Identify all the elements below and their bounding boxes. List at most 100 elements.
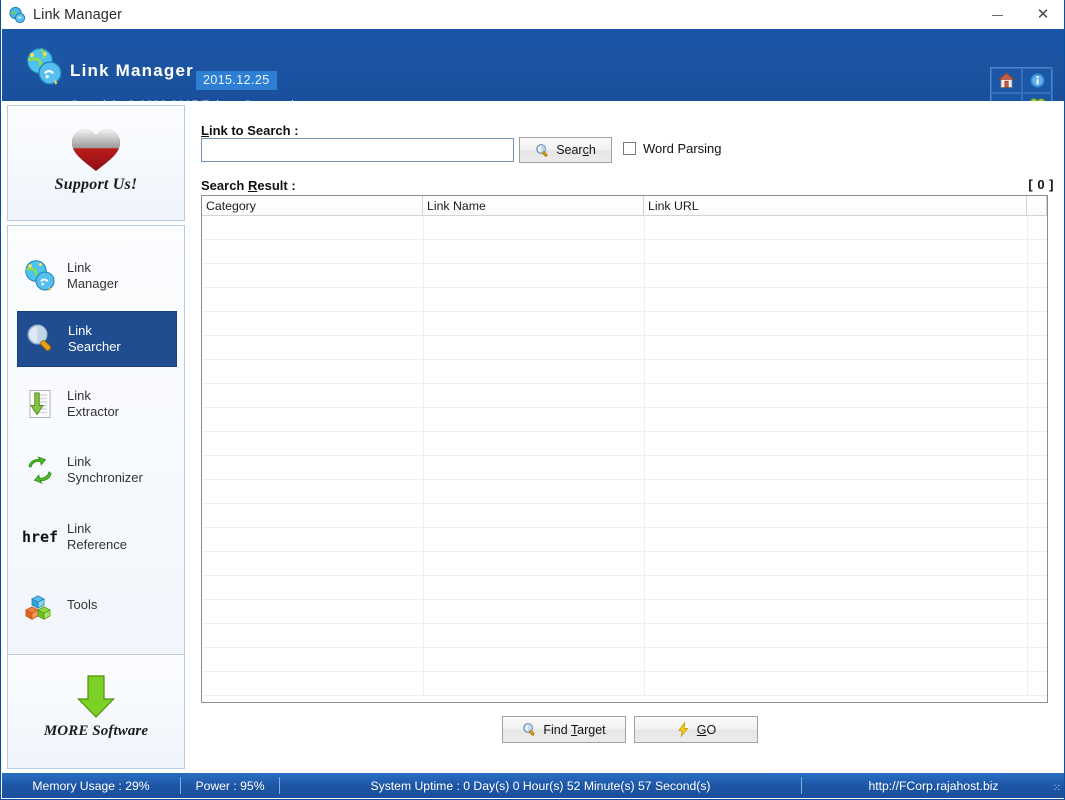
grid-column-divider (423, 624, 424, 647)
grid-column-divider (1027, 240, 1028, 263)
more-software-panel[interactable]: MORE Software (7, 654, 185, 769)
grid-column-divider (423, 240, 424, 263)
grid-row[interactable] (202, 576, 1047, 600)
link-to-search-label: Link to Search : (201, 123, 299, 138)
grid-row[interactable] (202, 312, 1047, 336)
grid-row[interactable] (202, 480, 1047, 504)
grid-column-divider (423, 312, 424, 335)
sidebar-item-link-searcher[interactable]: Link Searcher (17, 311, 177, 367)
info-icon-button[interactable] (1022, 68, 1053, 93)
grid-column-divider (644, 504, 645, 527)
grid-row[interactable] (202, 360, 1047, 384)
grid-row[interactable] (202, 528, 1047, 552)
resize-grip-icon[interactable]: ⁙ (1053, 783, 1061, 794)
grid-row[interactable] (202, 552, 1047, 576)
sidebar-item-label: Link Manager (67, 260, 119, 291)
minimize-icon (991, 15, 1003, 16)
lightning-icon (676, 722, 691, 737)
sidebar-item-link-manager[interactable]: Link Manager (17, 248, 177, 304)
sidebar-item-label: Tools (67, 597, 98, 612)
minimize-button[interactable] (974, 0, 1020, 29)
grid-column-divider (423, 504, 424, 527)
grid-column-divider (1027, 216, 1028, 239)
grid-column-divider (644, 240, 645, 263)
grid-column-divider (423, 288, 424, 311)
find-target-button[interactable]: Find Target (502, 716, 626, 743)
grid-column-header[interactable] (1027, 196, 1047, 216)
search-button[interactable]: Search (519, 137, 612, 163)
grid-column-header[interactable]: Category (202, 196, 423, 216)
search-button-label: Search (556, 143, 596, 157)
search-input[interactable] (201, 138, 514, 162)
grid-row[interactable] (202, 240, 1047, 264)
grid-row[interactable] (202, 336, 1047, 360)
search-result-label: Search Result : (201, 178, 296, 193)
support-us-panel[interactable]: Support Us! (7, 105, 185, 221)
grid-column-divider (423, 336, 424, 359)
grid-column-divider (1027, 456, 1028, 479)
grid-column-divider (1027, 336, 1028, 359)
grid-row[interactable] (202, 216, 1047, 240)
grid-row[interactable] (202, 648, 1047, 672)
grid-column-divider (1027, 504, 1028, 527)
sidebar-item-label: Link Synchronizer (67, 454, 143, 485)
sidebar-item-link-reference[interactable]: href Link Reference (17, 509, 177, 565)
grid-row[interactable] (202, 288, 1047, 312)
grid-row[interactable] (202, 408, 1047, 432)
app-icon (8, 6, 26, 24)
sync-arrows-icon (17, 452, 63, 488)
grid-column-divider (423, 552, 424, 575)
grid-column-divider (1027, 648, 1028, 671)
version-badge: 2015.12.25 (196, 71, 277, 90)
grid-column-divider (644, 408, 645, 431)
magnifier-icon (535, 143, 550, 158)
grid-row[interactable] (202, 504, 1047, 528)
sidebar-item-link-synchronizer[interactable]: Link Synchronizer (17, 442, 177, 498)
cubes-icon (17, 587, 63, 623)
grid-row[interactable] (202, 624, 1047, 648)
grid-column-divider (1027, 360, 1028, 383)
title-bar: Link Manager ✕ (1, 0, 1064, 29)
grid-header-row: Category Link Name Link URL (202, 196, 1047, 216)
link-manager-icon (17, 258, 63, 294)
grid-column-divider (423, 576, 424, 599)
grid-row[interactable] (202, 384, 1047, 408)
grid-column-header[interactable]: Link URL (644, 196, 1027, 216)
grid-column-divider (644, 600, 645, 623)
grid-column-divider (1027, 408, 1028, 431)
grid-column-divider (1027, 432, 1028, 455)
grid-column-header[interactable]: Link Name (423, 196, 644, 216)
home-icon (997, 71, 1016, 90)
window-controls: ✕ (974, 0, 1064, 29)
sidebar-item-link-extractor[interactable]: Link Extractor (17, 376, 177, 432)
status-website[interactable]: http://FCorp.rajahost.biz (802, 773, 1064, 798)
sidebar: Support Us! Link Manager Link Searcher L… (2, 101, 190, 773)
window-title: Link Manager (33, 6, 123, 23)
go-button[interactable]: GO (634, 716, 758, 743)
sidebar-item-label: Link Reference (67, 521, 127, 552)
grid-column-divider (423, 408, 424, 431)
close-button[interactable]: ✕ (1020, 0, 1064, 29)
grid-row[interactable] (202, 600, 1047, 624)
home-icon-button[interactable] (991, 68, 1022, 93)
grid-row[interactable] (202, 672, 1047, 696)
grid-column-divider (1027, 480, 1028, 503)
document-download-icon (17, 386, 63, 422)
grid-row[interactable] (202, 432, 1047, 456)
grid-row[interactable] (202, 456, 1047, 480)
grid-body (202, 216, 1047, 702)
href-text-icon: href (21, 528, 59, 546)
grid-column-divider (1027, 552, 1028, 575)
magnifier-icon (522, 722, 537, 737)
grid-row[interactable] (202, 264, 1047, 288)
grid-column-divider (423, 600, 424, 623)
grid-column-divider (644, 480, 645, 503)
grid-column-divider (1027, 528, 1028, 551)
search-result-grid[interactable]: Category Link Name Link URL (201, 195, 1048, 703)
grid-column-divider (423, 480, 424, 503)
word-parsing-checkbox[interactable]: Word Parsing (623, 141, 722, 156)
sidebar-item-tools[interactable]: Tools (17, 577, 177, 633)
grid-column-divider (1027, 624, 1028, 647)
sidebar-item-label: Link Searcher (68, 323, 121, 354)
grid-column-divider (423, 360, 424, 383)
